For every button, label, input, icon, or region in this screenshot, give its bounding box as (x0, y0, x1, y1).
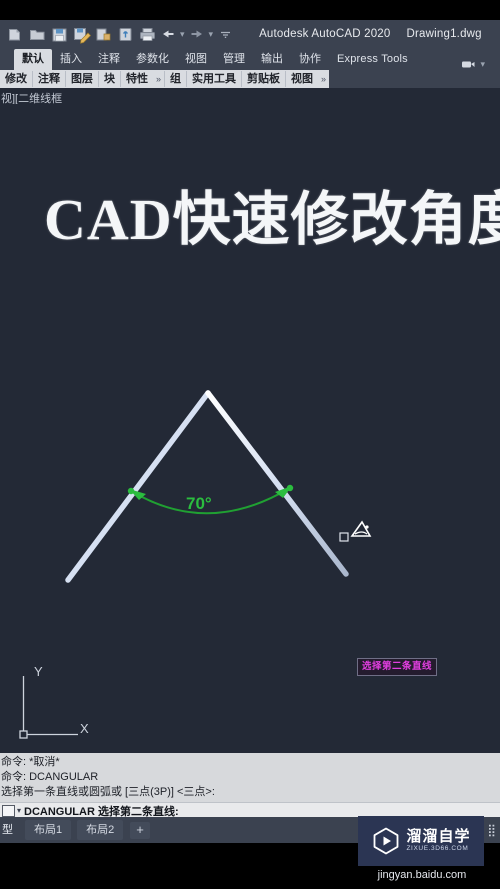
layout2-tab[interactable]: 布局2 (77, 820, 124, 840)
top-black-margin (0, 0, 500, 20)
dimension-grip-right (286, 484, 294, 492)
command-dropdown-icon[interactable]: ▾ (17, 806, 21, 815)
export-icon[interactable] (116, 25, 135, 44)
dimension-grip-left (127, 487, 135, 495)
watermark-logo: 溜溜自学 ZIXUE.3D66.COM (358, 816, 484, 866)
ribbon-tab-insert[interactable]: 插入 (52, 49, 90, 70)
panel-block[interactable]: 块 (99, 71, 121, 87)
ucs-y-label: Y (34, 664, 43, 679)
line-right (205, 390, 349, 577)
command-line-area[interactable]: 命令: *取消* 命令: DCANGULAR 选择第一条直线或圆弧或 [三点(3… (0, 753, 500, 818)
ucs-icon (19, 676, 78, 739)
save-as-icon[interactable] (72, 25, 91, 44)
dimension-value-text[interactable]: 70° (186, 494, 212, 514)
cursor-pickbox (339, 532, 349, 542)
ribbon-tab-output[interactable]: 输出 (253, 49, 291, 70)
line-left (65, 390, 211, 583)
quick-access-toolbar: ▾ ▾ (0, 25, 233, 44)
app-title: Autodesk AutoCAD 2020 (259, 28, 391, 40)
panel-layers[interactable]: 图层 (66, 71, 99, 87)
panel-properties-chevron-icon[interactable]: » (153, 74, 164, 84)
panel-utilities[interactable]: 实用工具 (187, 71, 243, 87)
add-layout-button[interactable]: + (130, 821, 150, 839)
more-options-icon[interactable]: ⣿ (483, 823, 500, 837)
cursor-angular-dimension-icon (350, 520, 372, 537)
watermark-brand-en: ZIXUE.3D66.COM (406, 845, 469, 853)
command-tooltip: 选择第二条直线 (357, 658, 438, 676)
open-folder-icon[interactable] (28, 25, 47, 44)
command-history-line: 命令: *取消* (1, 756, 60, 768)
redo-dropdown-icon[interactable]: ▾ (208, 29, 215, 39)
layout1-tab[interactable]: 布局1 (25, 820, 72, 840)
panel-modify[interactable]: 修改 (0, 71, 33, 87)
plot-preview-icon[interactable] (94, 25, 113, 44)
ribbon-tab-default[interactable]: 默认 (14, 49, 52, 70)
command-history-line: 选择第一条直线或圆弧或 [三点(3P)] <三点>: (1, 786, 215, 798)
ribbon-tab-express-tools[interactable]: Express Tools (329, 49, 416, 70)
ribbon-tab-manage[interactable]: 管理 (215, 49, 253, 70)
undo-dropdown-icon[interactable]: ▾ (179, 29, 186, 39)
ribbon-panel-bar: 修改 注释 图层 块 特性 » 组 实用工具 剪贴板 视图 » (0, 70, 500, 88)
command-history: 命令: *取消* 命令: DCANGULAR 选择第一条直线或圆弧或 [三点(3… (0, 753, 500, 800)
undo-button[interactable] (160, 25, 176, 43)
watermark-text-block: 溜溜自学 ZIXUE.3D66.COM (406, 829, 470, 853)
panel-properties[interactable]: 特性 (121, 71, 153, 87)
model-tab[interactable]: 型 (0, 820, 22, 840)
ribbon-display-options[interactable]: ▾ (461, 59, 500, 70)
panel-annotation[interactable]: 注释 (33, 71, 66, 87)
camera-icon (462, 61, 475, 68)
panel-view[interactable]: 视图 (286, 71, 318, 87)
panel-clipboard[interactable]: 剪贴板 (242, 71, 287, 87)
print-icon[interactable] (138, 25, 157, 44)
ribbon-tab-annotate[interactable]: 注释 (90, 49, 128, 70)
title-bar: ▾ ▾ Autodesk AutoCAD 2020 Drawing1.dwg (0, 20, 500, 48)
new-file-icon[interactable] (6, 25, 25, 44)
play-logo-icon (374, 827, 399, 855)
panel-view-chevron-icon[interactable]: » (318, 74, 329, 84)
ribbon-panel-spacer (329, 70, 500, 88)
geometry-layer (19, 390, 372, 739)
command-history-line: 命令: DCANGULAR (1, 771, 99, 783)
ribbon-tab-collaborate[interactable]: 协作 (291, 49, 329, 70)
watermark-source: jingyan.baidu.com (377, 869, 467, 881)
save-icon[interactable] (50, 25, 69, 44)
autocad-window: ▾ ▾ Autodesk AutoCAD 2020 Drawing1.dwg 默… (0, 0, 500, 889)
ribbon-tab-parametric[interactable]: 参数化 (128, 49, 177, 70)
redo-button[interactable] (189, 25, 205, 43)
panel-group[interactable]: 组 (164, 71, 188, 87)
drawing-canvas[interactable]: CAD快速修改角度 70° 选择第二条直线 Y X (0, 104, 500, 753)
watermark-brand-cn: 溜溜自学 (406, 828, 471, 846)
customize-qat-icon[interactable] (217, 25, 233, 43)
ucs-x-label: X (80, 721, 89, 736)
document-name: Drawing1.dwg (406, 28, 482, 40)
command-prefix-icon[interactable] (2, 804, 15, 817)
ribbon-tab-bar: 默认 插入 注释 参数化 视图 管理 输出 协作 Express Tools ▾ (0, 48, 500, 70)
ribbon-tab-view[interactable]: 视图 (177, 49, 215, 70)
ribbon-options-chevron-icon[interactable]: ▾ (479, 60, 486, 69)
